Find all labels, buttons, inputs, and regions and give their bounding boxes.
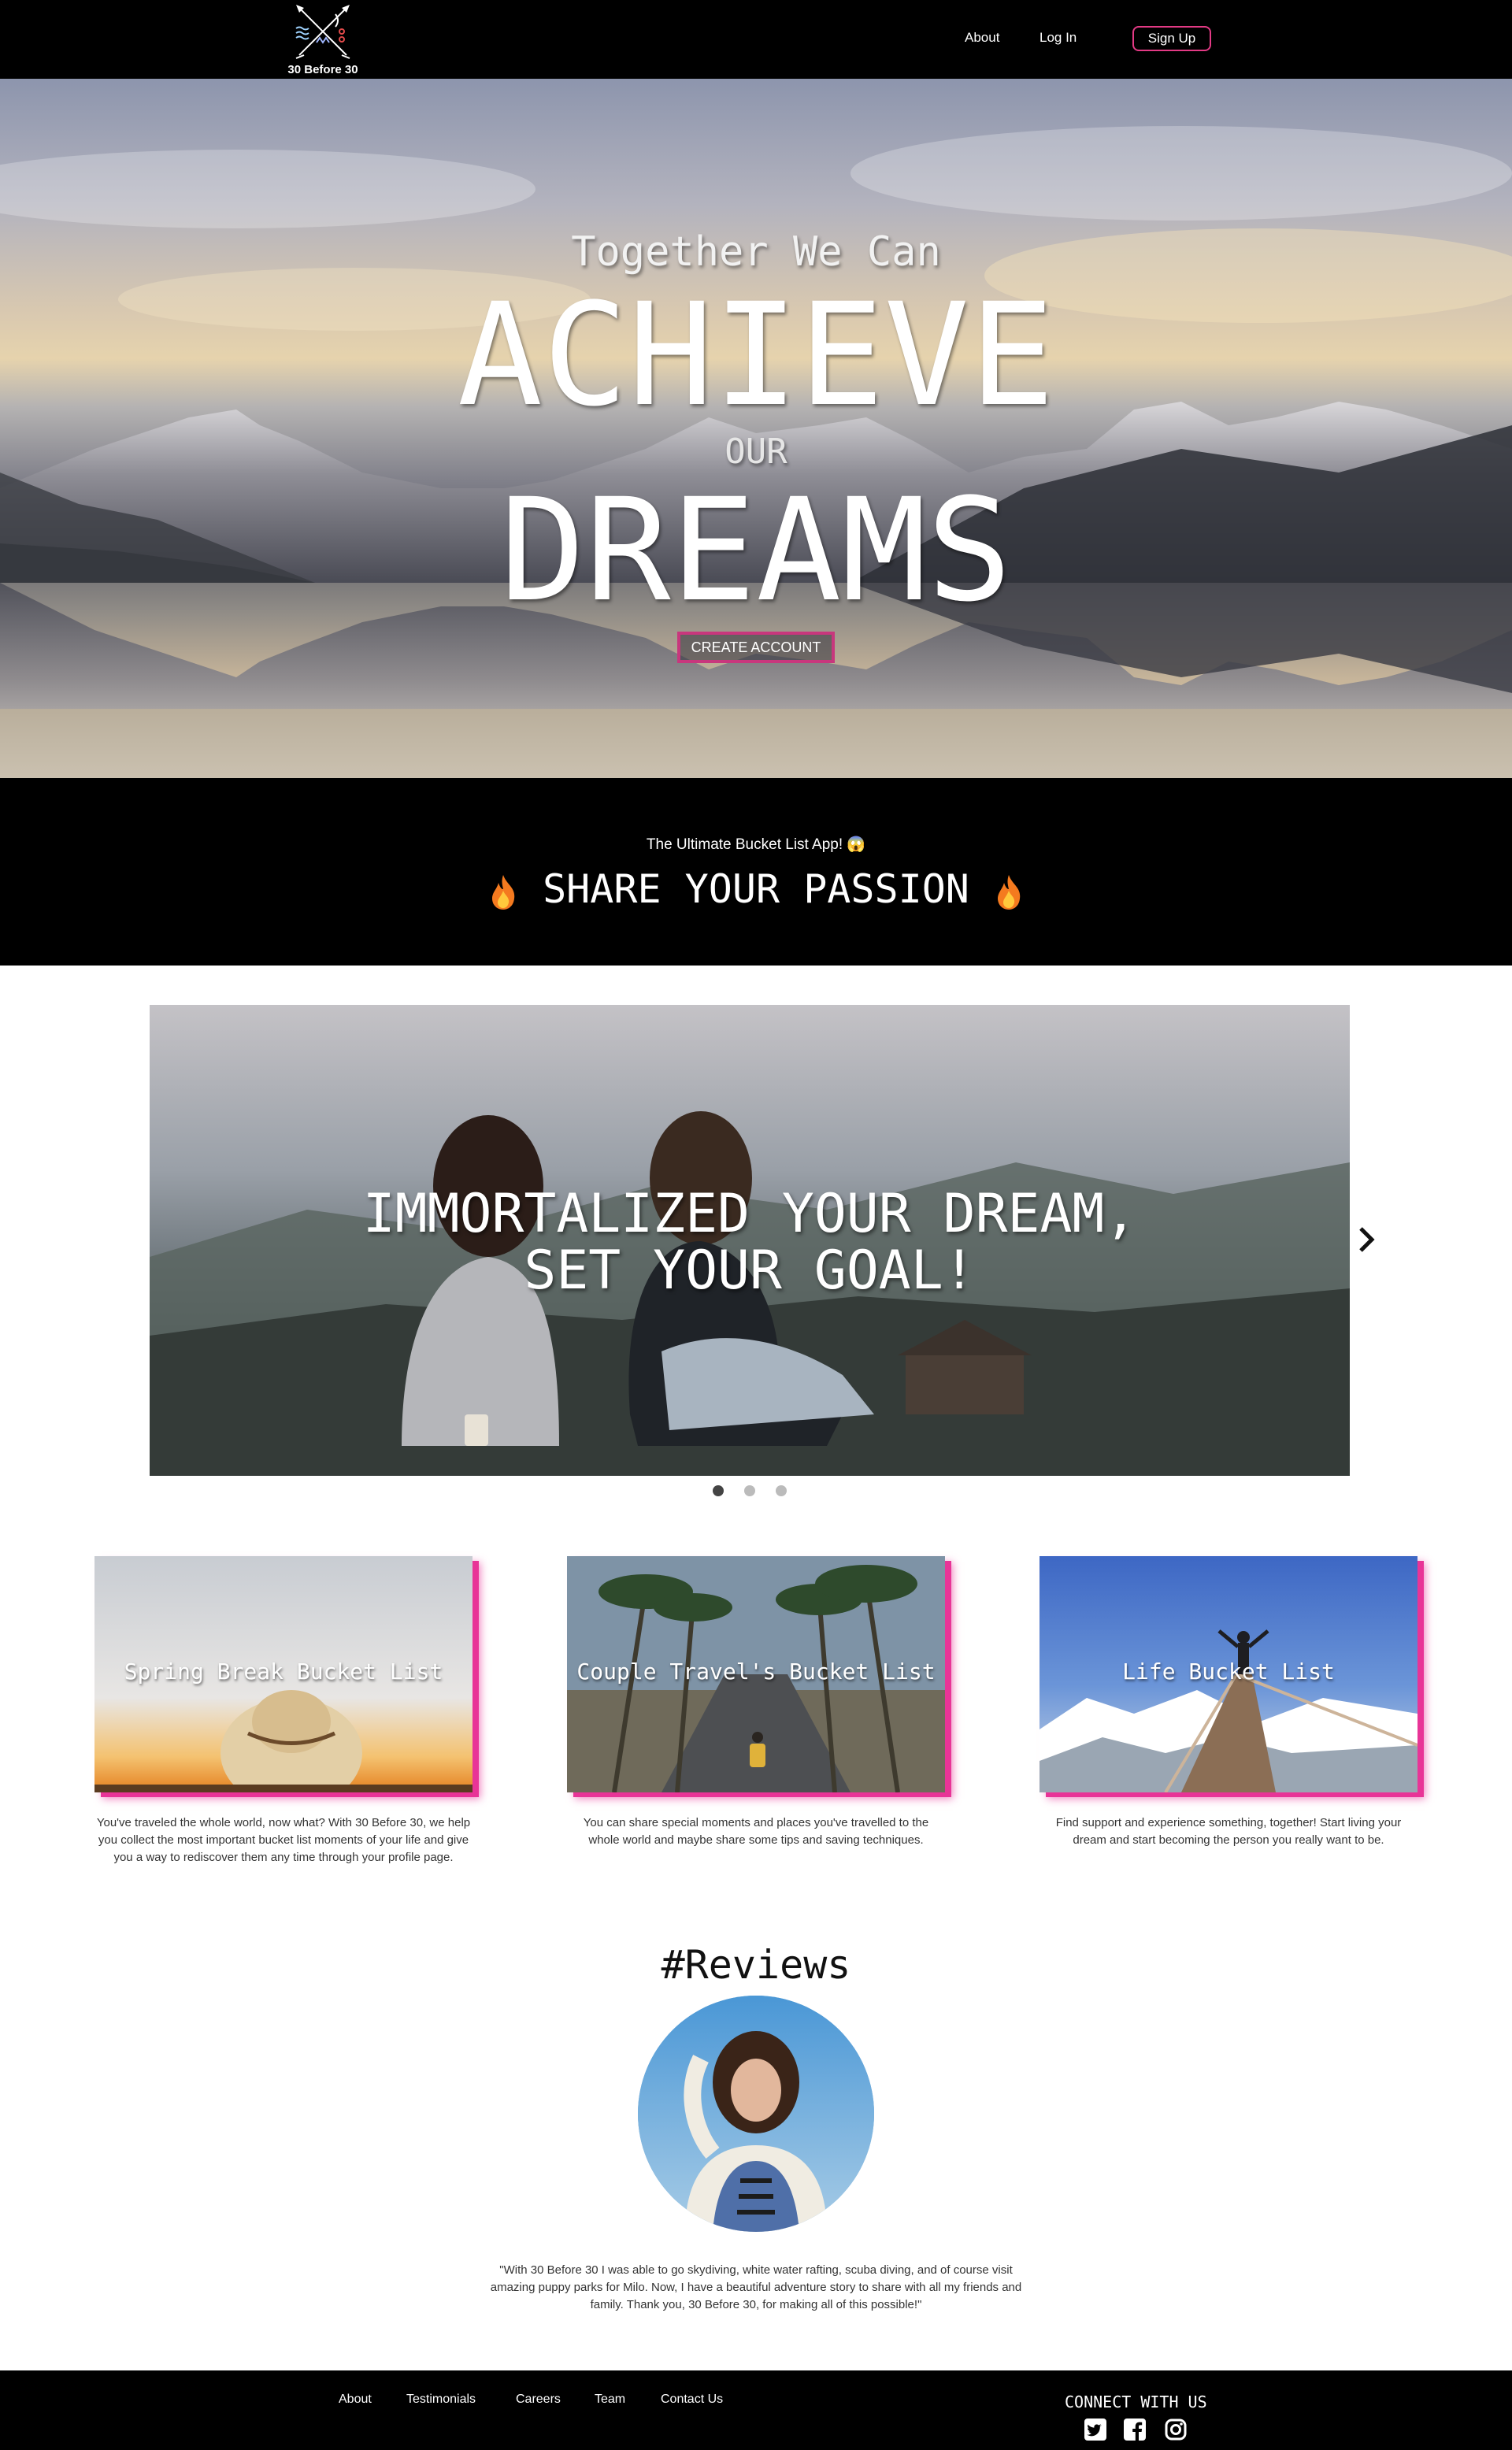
fire-icon bbox=[492, 874, 515, 910]
footer-link-careers[interactable]: Careers bbox=[516, 2393, 561, 2407]
passion-heading: SHARE YOUR PASSION bbox=[0, 866, 1512, 912]
carousel-dot-2[interactable] bbox=[744, 1485, 755, 1496]
carousel-caption-line2: SET YOUR GOAL! bbox=[524, 1240, 976, 1302]
card-title: Couple Travel's Bucket List bbox=[576, 1659, 936, 1685]
create-account-button[interactable]: CREATE ACCOUNT bbox=[677, 632, 835, 663]
logo-text: 30 Before 30 bbox=[287, 63, 358, 76]
fire-icon bbox=[997, 874, 1021, 910]
footer-link-about[interactable]: About bbox=[339, 2393, 372, 2407]
nav-login-link[interactable]: Log In bbox=[1040, 30, 1077, 46]
instagram-icon[interactable] bbox=[1164, 2418, 1188, 2441]
signup-button[interactable]: Sign Up bbox=[1132, 26, 1211, 51]
card-title: Life Bucket List bbox=[1122, 1659, 1335, 1685]
review-quote: "With 30 Before 30 I was able to go skyd… bbox=[490, 2263, 1022, 2311]
top-navbar: 30 Before 30 About Log In Sign Up bbox=[0, 0, 1512, 79]
hero-headline-dreams: DREAMS bbox=[499, 469, 1013, 633]
twitter-icon[interactable] bbox=[1084, 2418, 1107, 2441]
hero-headline-achieve: ACHIEVE bbox=[457, 273, 1055, 438]
reviewer-avatar bbox=[638, 1996, 874, 2232]
card-description: You can share special moments and places… bbox=[583, 1816, 929, 1847]
reviewer-photo bbox=[638, 1996, 874, 2232]
nav-about-link[interactable]: About bbox=[965, 30, 999, 46]
passion-banner: The Ultimate Bucket List App! 😱 SHARE YO… bbox=[0, 778, 1512, 966]
footer-link-team[interactable]: Team bbox=[595, 2393, 625, 2407]
carousel-caption: IMMORTALIZED YOUR DREAM, SET YOUR GOAL! bbox=[150, 1186, 1350, 1299]
passion-title: SHARE YOUR PASSION bbox=[543, 866, 969, 912]
card-spring-break[interactable]: Spring Break Bucket List bbox=[94, 1556, 472, 1792]
app-subtitle: The Ultimate Bucket List App! 😱 bbox=[646, 836, 866, 853]
facebook-icon[interactable] bbox=[1123, 2418, 1147, 2441]
chevron-right-icon[interactable] bbox=[1358, 1225, 1377, 1254]
carousel-dot-1[interactable] bbox=[713, 1485, 724, 1496]
card-couple-travel[interactable]: Couple Travel's Bucket List bbox=[567, 1556, 945, 1792]
card-life-bucket-list[interactable]: Life Bucket List bbox=[1040, 1556, 1418, 1792]
card-title: Spring Break Bucket List bbox=[124, 1659, 443, 1685]
connect-heading: CONNECT WITH US bbox=[1065, 2393, 1207, 2411]
hero-tagline: Together We Can bbox=[571, 228, 941, 276]
logo[interactable]: 30 Before 30 bbox=[285, 3, 361, 76]
carousel-slide[interactable]: IMMORTALIZED YOUR DREAM, SET YOUR GOAL! bbox=[150, 1005, 1350, 1476]
hero-section: Together We Can ACHIEVE OUR DREAMS CREAT… bbox=[0, 79, 1512, 778]
footer-link-contact[interactable]: Contact Us bbox=[661, 2393, 723, 2407]
footer: About Testimonials Careers Team Contact … bbox=[0, 2370, 1512, 2450]
crossed-arrows-logo-icon bbox=[295, 5, 350, 59]
hero-connector: OUR bbox=[724, 432, 788, 472]
footer-link-testimonials[interactable]: Testimonials bbox=[406, 2393, 476, 2407]
reviews-heading: #Reviews bbox=[661, 1942, 851, 1988]
card-description: Find support and experience something, t… bbox=[1055, 1816, 1402, 1847]
carousel-dot-3[interactable] bbox=[776, 1485, 787, 1496]
card-description: You've traveled the whole world, now wha… bbox=[96, 1816, 471, 1864]
carousel-caption-line1: IMMORTALIZED YOUR DREAM, bbox=[362, 1183, 1137, 1245]
